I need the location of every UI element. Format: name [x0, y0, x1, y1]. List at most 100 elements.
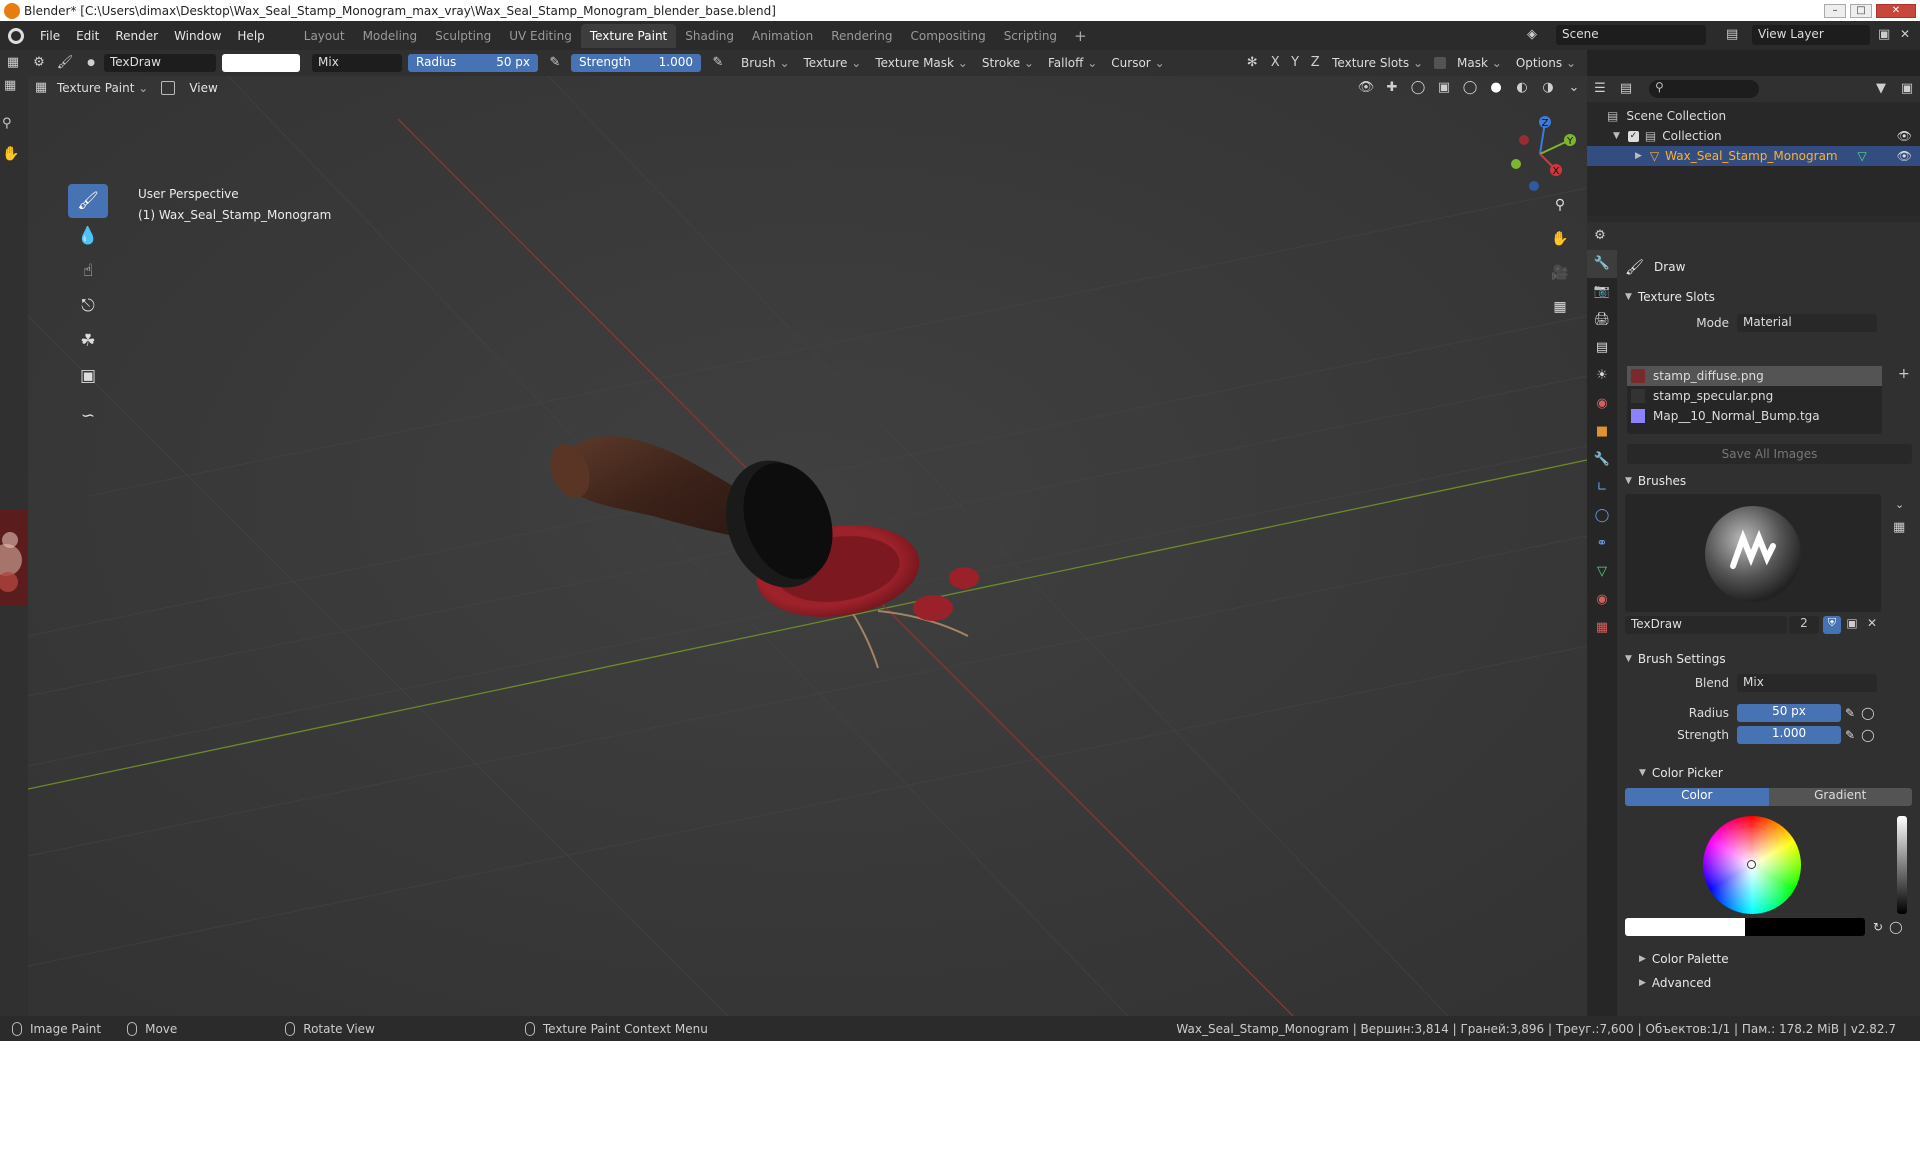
navigation-gizmo[interactable]: Z Y X: [1498, 112, 1587, 202]
brush-user-count[interactable]: 2: [1789, 616, 1819, 634]
menu-file[interactable]: File: [32, 29, 68, 43]
smear-tool-icon[interactable]: ☝: [68, 254, 108, 288]
particles-tab-icon[interactable]: ∟: [1587, 474, 1617, 502]
tab-modeling[interactable]: Modeling: [354, 24, 427, 48]
rendered-shading-icon[interactable]: ◑: [1538, 79, 1558, 97]
advanced-expand-icon[interactable]: ▶: [1639, 978, 1646, 988]
tab-uv-editing[interactable]: UV Editing: [500, 24, 581, 48]
advanced-panel-header[interactable]: ▶ Advanced: [1617, 972, 1920, 994]
symmetry-z-toggle[interactable]: Z: [1308, 54, 1322, 72]
blend-mode-dropdown[interactable]: Mix: [312, 54, 402, 72]
texture-slots-collapse-icon[interactable]: ▼: [1625, 292, 1632, 302]
tab-animation[interactable]: Animation: [743, 24, 822, 48]
pan-hand-icon[interactable]: ✋: [2, 146, 19, 162]
texture-tab-icon[interactable]: ▦: [1587, 614, 1617, 642]
view-layer-tab-icon[interactable]: ▤: [1587, 334, 1617, 362]
color-palette-panel-header[interactable]: ▶ Color Palette: [1617, 946, 1920, 972]
swap-colors-icon[interactable]: ↻: [1873, 920, 1883, 934]
menu-help[interactable]: Help: [229, 29, 272, 43]
brushes-collapse-icon[interactable]: ▼: [1625, 476, 1632, 486]
ortho-toggle-icon[interactable]: ▦: [1547, 294, 1573, 320]
display-mode-icon[interactable]: ▤: [1616, 80, 1636, 98]
mode-dropdown[interactable]: Material: [1737, 314, 1877, 332]
solid-shading-icon[interactable]: ●: [1486, 79, 1506, 97]
color-picker-panel-header[interactable]: ▼ Color Picker: [1617, 760, 1920, 786]
tab-layout[interactable]: Layout: [295, 24, 354, 48]
brush-color-swatch[interactable]: [222, 54, 300, 72]
menu-window[interactable]: Window: [166, 29, 229, 43]
symmetry-icon[interactable]: ✻: [1242, 54, 1262, 72]
new-collection-icon[interactable]: ▣: [1897, 80, 1917, 98]
collection-expand-icon[interactable]: ▼: [1613, 131, 1620, 141]
fill-tool-icon[interactable]: ☘: [68, 324, 108, 358]
radius-slider[interactable]: Radius 50 px: [408, 54, 538, 72]
blend-dropdown[interactable]: Mix: [1737, 674, 1877, 692]
outliner-object-row[interactable]: ▶ ▽ Wax_Seal_Stamp_Monogram ▽ 👁: [1587, 146, 1920, 166]
shading-options-icon[interactable]: ⌄: [1564, 79, 1584, 97]
strength-unified-toggle-icon[interactable]: ◯: [1861, 728, 1874, 742]
material-tab-icon[interactable]: ◉: [1587, 586, 1617, 614]
brushes-panel-header[interactable]: ▼ Brushes: [1617, 468, 1920, 494]
scene-tab-icon[interactable]: ☀: [1587, 362, 1617, 390]
add-slot-icon[interactable]: +: [1898, 366, 1910, 382]
filter-icon[interactable]: ▼: [1871, 80, 1891, 98]
object-tab-icon[interactable]: ■: [1587, 418, 1617, 446]
add-workspace-icon[interactable]: +: [1066, 27, 1095, 45]
primary-color-swatch[interactable]: [1625, 918, 1745, 936]
brush-name-input[interactable]: TexDraw: [1625, 616, 1787, 634]
editor-type-icon[interactable]: ▦: [3, 54, 23, 72]
strength-value-slider[interactable]: 1.000: [1737, 726, 1841, 744]
tool-tab-icon[interactable]: 🔧: [1587, 250, 1617, 278]
outliner-scene-collection[interactable]: ▤ Scene Collection: [1587, 106, 1920, 126]
cursor-menu[interactable]: Cursor: [1104, 56, 1171, 70]
new-view-layer-icon[interactable]: ▣: [1878, 27, 1890, 42]
color-wheel-cursor[interactable]: [1747, 860, 1756, 869]
color-wheel[interactable]: [1703, 816, 1801, 914]
texture-slot-normal[interactable]: Map__10_Normal_Bump.tga: [1627, 406, 1882, 426]
stroke-menu[interactable]: Stroke: [975, 56, 1041, 70]
annotate-tool-icon[interactable]: ∽: [68, 399, 108, 433]
visibility-icon[interactable]: 👁: [1356, 79, 1376, 97]
options-menu[interactable]: Options: [1509, 56, 1583, 70]
value-slider[interactable]: [1897, 816, 1907, 914]
remove-view-layer-icon[interactable]: ✕: [1900, 27, 1910, 41]
brush-list-dropdown-icon[interactable]: ⌄: [1895, 498, 1904, 511]
overlay-toggle-icon[interactable]: ◯: [1408, 79, 1428, 97]
brush-image-icon[interactable]: ▦: [1893, 520, 1905, 535]
save-all-images-button[interactable]: Save All Images: [1627, 444, 1912, 464]
secondary-color-swatch[interactable]: [1745, 918, 1865, 936]
wax-seal-stamp-model[interactable]: [548, 376, 1108, 676]
properties-editor-icon[interactable]: ⚙: [1590, 227, 1610, 245]
texture-slot-specular[interactable]: stamp_specular.png: [1627, 386, 1882, 406]
wireframe-shading-icon[interactable]: ◯: [1460, 79, 1480, 97]
brush-preview-box[interactable]: [1625, 494, 1881, 612]
output-tab-icon[interactable]: 🖨: [1587, 306, 1617, 334]
color-palette-expand-icon[interactable]: ▶: [1639, 954, 1646, 964]
color-picker-collapse-icon[interactable]: ▼: [1639, 768, 1646, 778]
unlink-brush-icon[interactable]: ✕: [1863, 616, 1881, 634]
render-tab-icon[interactable]: 📷: [1587, 278, 1617, 306]
clone-tool-icon[interactable]: ⎋: [68, 289, 108, 323]
brush-menu[interactable]: Brush: [734, 56, 797, 70]
texture-mask-menu[interactable]: Texture Mask: [868, 56, 975, 70]
tab-shading[interactable]: Shading: [676, 24, 743, 48]
mask-checkbox[interactable]: [1434, 57, 1447, 69]
scene-selector-icon[interactable]: ◈: [1527, 27, 1537, 42]
outliner-search-input[interactable]: ⚲: [1649, 80, 1759, 98]
collection-checkbox[interactable]: ✓: [1627, 130, 1639, 142]
zoom-icon[interactable]: ⚲: [2, 116, 12, 131]
outliner-editor-icon[interactable]: ☰: [1590, 80, 1610, 98]
texture-slots-panel-header[interactable]: ▼ Texture Slots: [1617, 284, 1920, 310]
duplicate-brush-icon[interactable]: ▣: [1843, 616, 1861, 634]
brush-name-field[interactable]: TexDraw: [104, 54, 216, 72]
tab-sculpting[interactable]: Sculpting: [426, 24, 500, 48]
unified-color-icon[interactable]: ◯: [1889, 920, 1902, 934]
texture-slot-diffuse[interactable]: stamp_diffuse.png: [1627, 366, 1882, 386]
zoom-view-icon[interactable]: ⚲: [1547, 192, 1573, 218]
fake-user-shield-icon[interactable]: ⛨: [1823, 616, 1841, 634]
draw-tool-icon[interactable]: 🖌: [68, 184, 108, 218]
object-expand-icon[interactable]: ▶: [1635, 151, 1642, 161]
tool-settings-dropdown-icon[interactable]: ⚙: [29, 54, 49, 72]
world-tab-icon[interactable]: ◉: [1587, 390, 1617, 418]
view-layer-icon[interactable]: ▤: [1726, 27, 1738, 42]
